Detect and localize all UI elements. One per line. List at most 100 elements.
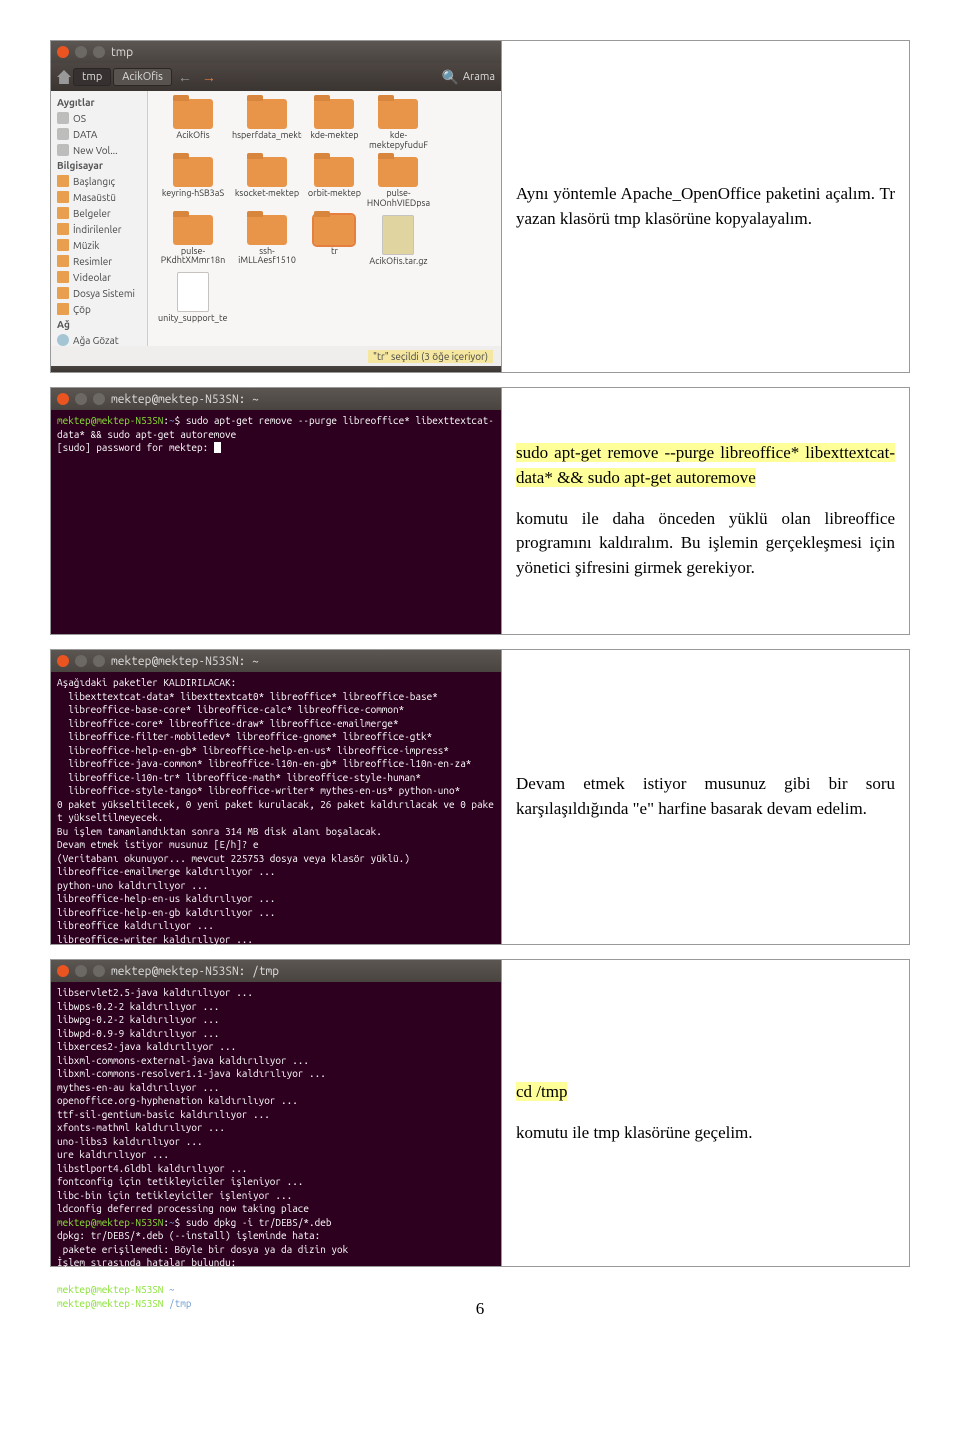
sidebar-item[interactable]: New Vol... <box>51 142 147 158</box>
window-title: tmp <box>111 46 133 59</box>
row2-command: sudo apt-get remove --purge libreoffice*… <box>516 443 895 487</box>
fm-item-label: kde-mektep <box>310 131 358 141</box>
term-title-text: mektep@mektep-N53SN: ~ <box>111 655 259 668</box>
sidebar-item-label: Dosya Sistemi <box>73 288 135 299</box>
term-titlebar: mektep@mektep-N53SN: ~ <box>51 388 501 410</box>
maximize-icon[interactable] <box>93 46 105 58</box>
path-chip-acikofis[interactable]: AcikOfis <box>113 68 172 86</box>
row2-text: komutu ile daha önceden yüklü olan libre… <box>516 507 895 581</box>
fm-item-label: hsperfdata_mektep <box>232 131 302 141</box>
fm-item[interactable]: pulse-PKdhtXMmr18n <box>158 215 228 267</box>
sidebar-item-label: OS <box>73 113 86 124</box>
fm-item-label: keyring-hSB3aS <box>162 189 224 199</box>
fm-item[interactable]: hsperfdata_mektep <box>232 99 302 151</box>
search-icon[interactable]: 🔍 <box>441 69 458 86</box>
fm-item-label: AcikOfis <box>176 131 209 141</box>
sidebar-item-label: Çöp <box>73 304 91 315</box>
sidebar-item[interactable]: Videolar <box>51 269 147 285</box>
section-3: mektep@mektep-N53SN: ~ Aşağıdaki paketle… <box>50 649 910 945</box>
close-icon[interactable] <box>57 46 69 58</box>
fm-item-label: AcikOfis.tar.gz <box>369 257 427 267</box>
section-1: tmp tmp AcikOfis ← → 🔍 Arama Aygıtlar OS… <box>50 40 910 373</box>
fm-item-label: ssh-iMLLAesf1510 <box>232 247 302 267</box>
fm-grid: AcikOfis hsperfdata_mektep kde-mektep kde-m… <box>148 91 501 346</box>
fm-item[interactable]: AcikOfis <box>158 99 228 151</box>
folder-icon <box>378 99 418 129</box>
sidebar-item[interactable]: OS <box>51 110 147 126</box>
maximize-icon[interactable] <box>93 655 105 667</box>
back-icon[interactable]: ← <box>174 69 196 85</box>
terminal-screenshot-4: mektep@mektep-N53SN: /tmp libservlet2.5-… <box>51 960 502 1266</box>
file-manager-screenshot: tmp tmp AcikOfis ← → 🔍 Arama Aygıtlar OS… <box>51 41 502 372</box>
term-body[interactable]: Aşağıdaki paketler KALDIRILACAK: libextt… <box>51 672 501 944</box>
sidebar-item[interactable]: Resimler <box>51 253 147 269</box>
fm-status-text: "tr" seçildi (3 öğe içeriyor) <box>368 350 493 363</box>
sidebar-item-label: Belgeler <box>73 208 111 219</box>
sidebar-item[interactable]: Ağa Gözat <box>51 332 147 348</box>
fm-item[interactable]: pulse-HNOnhVIEDpsa <box>367 157 430 209</box>
folder-icon <box>247 157 287 187</box>
sidebar-item[interactable]: İndirilenler <box>51 221 147 237</box>
fm-item[interactable]: unity_support_test.0 <box>158 272 228 324</box>
sidebar-item[interactable]: Çöp <box>51 301 147 317</box>
sidebar-item[interactable]: Masaüstü <box>51 189 147 205</box>
sidebar-computer-head: Bilgisayar <box>51 158 147 173</box>
term-body[interactable]: mektep@mektep-N53SN:~$ sudo apt-get remo… <box>51 410 501 634</box>
section-2: mektep@mektep-N53SN: ~ mektep@mektep-N53… <box>50 387 910 635</box>
sidebar-item[interactable]: Belgeler <box>51 205 147 221</box>
sidebar-item[interactable]: Başlangıç <box>51 173 147 189</box>
minimize-icon[interactable] <box>75 965 87 977</box>
row4-text: komutu ile tmp klasörüne geçelim. <box>516 1121 895 1146</box>
sidebar-item-label: Videolar <box>73 272 111 283</box>
path-chip-tmp[interactable]: tmp <box>73 68 111 86</box>
folder-icon <box>57 223 69 235</box>
minimize-icon[interactable] <box>75 46 87 58</box>
close-icon[interactable] <box>57 393 69 405</box>
minimize-icon[interactable] <box>75 393 87 405</box>
folder-icon <box>314 215 354 245</box>
minimize-icon[interactable] <box>75 655 87 667</box>
close-icon[interactable] <box>57 655 69 667</box>
folder-icon <box>57 191 69 203</box>
fm-item[interactable]: orbit-mektep <box>306 157 363 209</box>
drive-icon <box>57 144 69 156</box>
drive-icon <box>57 112 69 124</box>
fm-item[interactable]: keyring-hSB3aS <box>158 157 228 209</box>
fm-item[interactable]: kde-mektepyfuduF <box>367 99 430 151</box>
close-icon[interactable] <box>57 965 69 977</box>
folder-icon <box>173 99 213 129</box>
folder-icon <box>247 99 287 129</box>
fm-item[interactable]: ksocket-mektep <box>232 157 302 209</box>
folder-icon <box>57 303 69 315</box>
fm-item-label: pulse-HNOnhVIEDpsa <box>367 189 430 209</box>
maximize-icon[interactable] <box>93 965 105 977</box>
sidebar-item[interactable]: Müzik <box>51 237 147 253</box>
folder-icon <box>314 99 354 129</box>
term-title-text: mektep@mektep-N53SN: ~ <box>111 393 259 406</box>
fm-item[interactable]: tr <box>306 215 363 267</box>
sidebar-item-label: Müzik <box>73 240 99 251</box>
folder-icon <box>57 255 69 267</box>
sidebar-item[interactable]: DATA <box>51 126 147 142</box>
forward-icon[interactable]: → <box>198 69 220 85</box>
folder-icon <box>57 207 69 219</box>
file-icon <box>177 272 209 312</box>
sidebar-item[interactable]: Dosya Sistemi <box>51 285 147 301</box>
term-title-text: mektep@mektep-N53SN: /tmp <box>111 965 279 978</box>
drive-icon <box>57 128 69 140</box>
sidebar-item-label: Başlangıç <box>73 176 115 187</box>
fm-item-label: tr <box>331 247 338 257</box>
sidebar-item-label: DATA <box>73 129 97 140</box>
fm-item[interactable]: AcikOfis.tar.gz <box>367 215 430 267</box>
sidebar-item-label: New Vol... <box>73 145 118 156</box>
sidebar-item-label: Ağa Gözat <box>73 335 119 346</box>
row4-command: cd /tmp <box>516 1082 567 1101</box>
sidebar-item-label: Resimler <box>73 256 112 267</box>
fm-item-label: pulse-PKdhtXMmr18n <box>158 247 228 267</box>
home-icon[interactable] <box>57 70 71 84</box>
fm-item[interactable]: ssh-iMLLAesf1510 <box>232 215 302 267</box>
row3-text: Devam etmek istiyor musunuz gibi bir sor… <box>516 772 895 821</box>
maximize-icon[interactable] <box>93 393 105 405</box>
term-body[interactable]: libservlet2.5-java kaldırılıyor ... libw… <box>51 982 501 1266</box>
fm-item[interactable]: kde-mektep <box>306 99 363 151</box>
